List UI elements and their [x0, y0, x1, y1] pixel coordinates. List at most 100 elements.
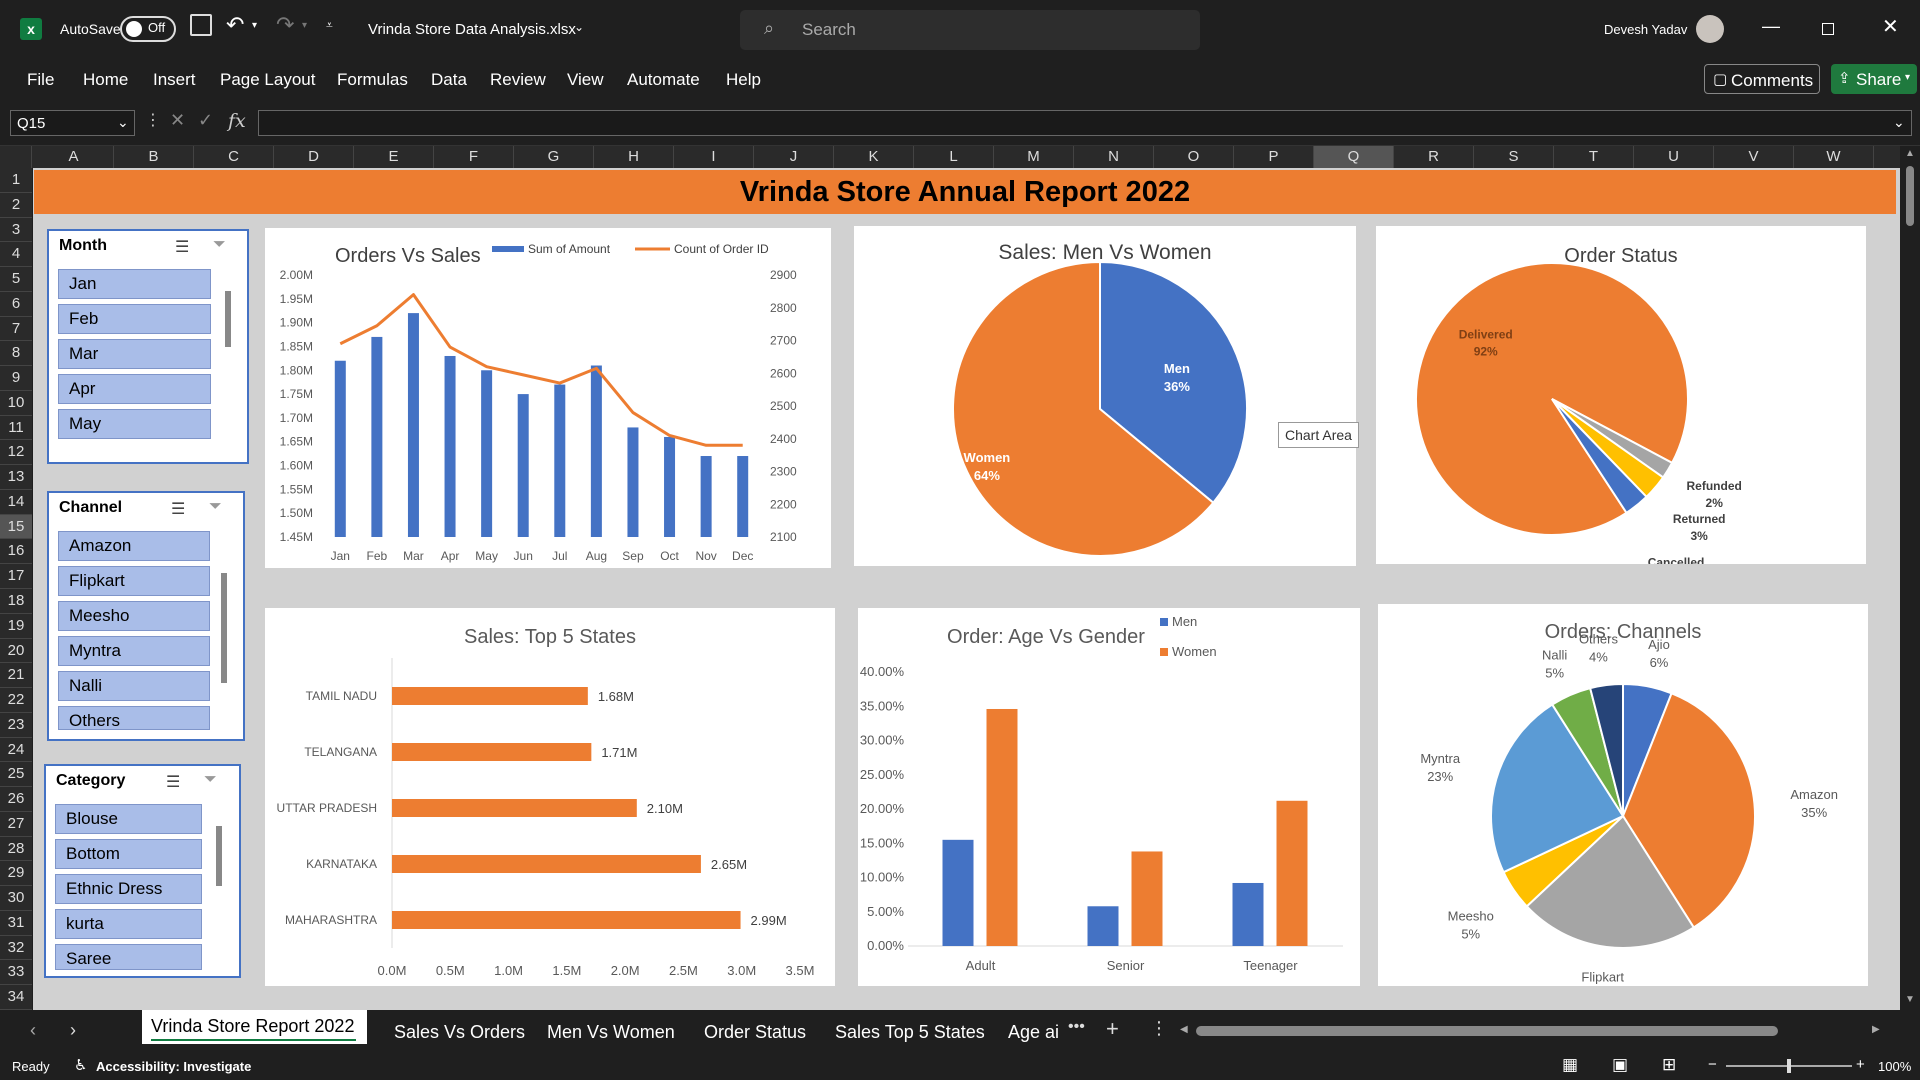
slicer-item[interactable]: Others — [58, 706, 210, 730]
chevron-down-icon[interactable]: ⌄ — [574, 20, 584, 34]
row-header-1[interactable]: 1 — [0, 168, 32, 193]
row-header-26[interactable]: 26 — [0, 787, 32, 812]
column-header-K[interactable]: K — [834, 146, 914, 168]
slicer-scrollbar[interactable] — [225, 291, 231, 347]
row-header-9[interactable]: 9 — [0, 366, 32, 391]
file-name[interactable]: Vrinda Store Data Analysis.xlsx — [368, 21, 576, 38]
row-header-11[interactable]: 11 — [0, 416, 32, 441]
row-header-23[interactable]: 23 — [0, 713, 32, 738]
slicer-item[interactable]: Apr — [58, 374, 211, 404]
column-header-E[interactable]: E — [354, 146, 434, 168]
scroll-left-icon[interactable]: ◀ — [1180, 1024, 1188, 1035]
slicer-item[interactable]: Blouse — [55, 804, 202, 834]
row-header-22[interactable]: 22 — [0, 688, 32, 713]
column-header-S[interactable]: S — [1474, 146, 1554, 168]
row-header-12[interactable]: 12 — [0, 440, 32, 466]
slicer-item[interactable]: Meesho — [58, 601, 210, 631]
normal-view-icon[interactable]: ▦ — [1562, 1055, 1578, 1075]
slicer-item[interactable]: Jan — [58, 269, 211, 299]
column-header-J[interactable]: J — [754, 146, 834, 168]
prev-sheet-icon[interactable]: ‹ — [30, 1020, 36, 1041]
share-button[interactable]: ⇪ Share ▾ — [1831, 64, 1917, 94]
slicer-item[interactable]: Myntra — [58, 636, 210, 666]
restore-icon[interactable] — [1822, 23, 1834, 35]
column-header-T[interactable]: T — [1554, 146, 1634, 168]
chart-orders-vs-sales[interactable]: Orders Vs Sales Sum of Amount Count of Ord… — [265, 228, 831, 568]
menu-page-layout[interactable]: Page Layout — [220, 70, 315, 90]
column-header-F[interactable]: F — [434, 146, 514, 168]
minimize-icon[interactable]: — — [1762, 16, 1780, 37]
undo-icon[interactable]: ↶ — [226, 12, 244, 38]
row-header-6[interactable]: 6 — [0, 292, 32, 317]
row-header-15[interactable]: 15 — [0, 514, 32, 540]
column-header-C[interactable]: C — [194, 146, 274, 168]
menu-home[interactable]: Home — [83, 70, 128, 90]
menu-data[interactable]: Data — [431, 70, 467, 90]
tab-men-vs-women[interactable]: Men Vs Women — [547, 1022, 675, 1043]
tab-order-status[interactable]: Order Status — [704, 1022, 806, 1043]
page-layout-view-icon[interactable]: ▣ — [1612, 1055, 1628, 1075]
row-header-4[interactable]: 4 — [0, 242, 32, 268]
column-header-B[interactable]: B — [114, 146, 194, 168]
row-header-30[interactable]: 30 — [0, 886, 32, 911]
select-all-corner[interactable] — [0, 146, 32, 168]
clear-filter-icon[interactable]: ⏷ — [213, 236, 226, 254]
zoom-slider[interactable] — [1726, 1059, 1852, 1073]
chart-order-status[interactable]: Order Status Delivered 92% Refunded 2% Return… — [1376, 226, 1866, 586]
column-header-D[interactable]: D — [274, 146, 354, 168]
slicer-item[interactable]: Feb — [58, 304, 211, 334]
slicer-item[interactable]: kurta — [55, 909, 202, 939]
menu-review[interactable]: Review — [490, 70, 546, 90]
row-header-31[interactable]: 31 — [0, 911, 32, 936]
tab-sales-vs-orders[interactable]: Sales Vs Orders — [394, 1022, 525, 1043]
row-header-13[interactable]: 13 — [0, 465, 32, 490]
name-box[interactable]: Q15 ⌄ — [10, 110, 135, 136]
row-header-3[interactable]: 3 — [0, 218, 32, 243]
enter-icon[interactable]: ✓ — [198, 110, 213, 131]
row-header-27[interactable]: 27 — [0, 812, 32, 837]
column-header-R[interactable]: R — [1394, 146, 1474, 168]
menu-automate[interactable]: Automate — [627, 70, 700, 90]
cancel-icon[interactable]: ✕ — [170, 110, 185, 131]
column-header-H[interactable]: H — [594, 146, 674, 168]
sheet-options-icon[interactable]: ⋮ — [1150, 1018, 1168, 1039]
row-header-18[interactable]: 18 — [0, 589, 32, 614]
horizontal-scrollbar[interactable] — [1196, 1026, 1778, 1036]
column-header-W[interactable]: W — [1794, 146, 1874, 168]
row-header-19[interactable]: 19 — [0, 614, 32, 639]
add-sheet-icon[interactable]: + — [1106, 1016, 1119, 1042]
menu-insert[interactable]: Insert — [153, 70, 196, 90]
chevron-down-icon[interactable]: ▾ — [252, 20, 257, 31]
row-header-16[interactable]: 16 — [0, 539, 32, 565]
column-header-L[interactable]: L — [914, 146, 994, 168]
menu-formulas[interactable]: Formulas — [337, 70, 408, 90]
row-header-2[interactable]: 2 — [0, 193, 32, 218]
user-name[interactable]: Devesh Yadav — [1604, 22, 1687, 37]
slicer-item[interactable]: Bottom — [55, 839, 202, 869]
page-break-view-icon[interactable]: ⊞ — [1662, 1055, 1676, 1075]
chevron-down-icon[interactable]: ▾ — [302, 20, 307, 31]
row-header-17[interactable]: 17 — [0, 564, 32, 589]
zoom-level[interactable]: 100% — [1878, 1059, 1911, 1074]
column-header-G[interactable]: G — [514, 146, 594, 168]
row-header-34[interactable]: 34 — [0, 985, 32, 1010]
menu-file[interactable]: File — [27, 70, 54, 90]
search-box[interactable]: ⌕ Search — [740, 10, 1200, 50]
row-header-21[interactable]: 21 — [0, 663, 32, 689]
scroll-right-icon[interactable]: ▶ — [1872, 1024, 1880, 1035]
tab-vrinda-store-report[interactable]: Vrinda Store Report 2022 — [142, 1010, 367, 1044]
menu-help[interactable]: Help — [726, 70, 761, 90]
redo-icon[interactable]: ↷ — [276, 12, 294, 38]
row-header-7[interactable]: 7 — [0, 317, 32, 342]
scroll-down-icon[interactable]: ▼ — [1905, 994, 1915, 1005]
comments-button[interactable]: ▢ Comments — [1704, 64, 1820, 94]
column-header-N[interactable]: N — [1074, 146, 1154, 168]
more-icon[interactable]: ⋮ — [145, 110, 161, 130]
row-header-29[interactable]: 29 — [0, 861, 32, 887]
menu-view[interactable]: View — [567, 70, 604, 90]
column-header-M[interactable]: M — [994, 146, 1074, 168]
column-header-A[interactable]: A — [34, 146, 114, 168]
slicer-item[interactable]: Ethnic Dress — [55, 874, 202, 904]
row-header-28[interactable]: 28 — [0, 837, 32, 862]
zoom-slider-thumb[interactable] — [1787, 1059, 1791, 1073]
